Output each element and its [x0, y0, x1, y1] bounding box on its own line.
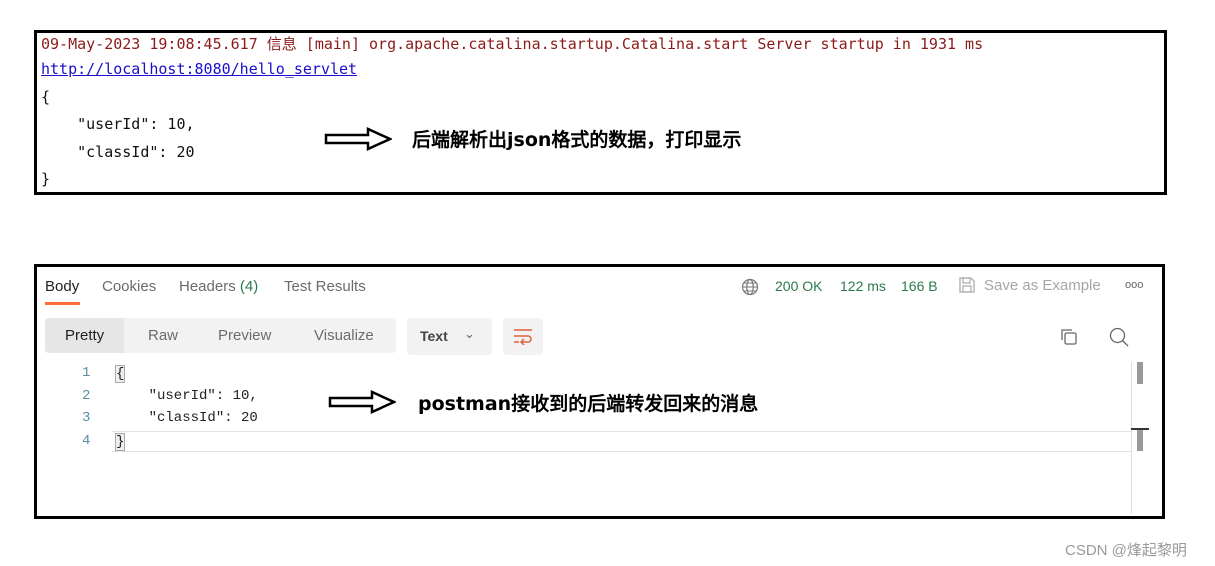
search-icon[interactable]	[1109, 327, 1129, 347]
console-json-line: {	[41, 88, 51, 106]
console-json-line: }	[41, 170, 51, 188]
code-line[interactable]: }	[115, 433, 126, 451]
code-line[interactable]: "classId": 20	[115, 410, 258, 426]
line-number: 2	[82, 388, 91, 404]
console-annotation: 后端解析出json格式的数据，打印显示	[412, 129, 742, 151]
copy-icon[interactable]	[1060, 328, 1078, 346]
format-select-value: Text	[420, 328, 448, 344]
line-number: 3	[82, 410, 91, 426]
wrap-lines-button[interactable]	[503, 318, 543, 355]
more-options-button[interactable]: ooo	[1125, 279, 1143, 291]
tab-body[interactable]: Body	[45, 278, 79, 295]
watermark: CSDN @烽起黎明	[1065, 542, 1187, 559]
wrap-lines-icon	[514, 329, 532, 345]
tab-headers-label: Headers	[179, 278, 236, 295]
globe-icon[interactable]	[741, 278, 759, 296]
postman-annotation: postman接收到的后端转发回来的消息	[418, 393, 759, 415]
save-as-example-button[interactable]: Save as Example	[984, 277, 1101, 294]
response-time[interactable]: 122 ms	[840, 278, 886, 294]
tab-headers[interactable]: Headers (4)	[179, 278, 258, 295]
format-select[interactable]: Text ⌄	[407, 318, 492, 355]
line-number: 1	[82, 365, 91, 381]
code-line[interactable]: "userId": 10,	[115, 388, 258, 404]
status-code[interactable]: 200 OK	[775, 278, 822, 294]
console-json-line: "classId": 20	[41, 143, 195, 161]
view-mode-selector: Pretty Raw Preview Visualize	[45, 318, 396, 353]
save-icon	[959, 277, 975, 293]
server-log-line: 09-May-2023 19:08:45.617 信息 [main] org.a…	[41, 35, 984, 53]
scrollbar-track[interactable]	[1131, 362, 1132, 514]
view-visualize[interactable]: Visualize	[294, 318, 394, 353]
scroll-marker	[1137, 430, 1143, 451]
headers-count: (4)	[239, 278, 259, 295]
view-pretty[interactable]: Pretty	[45, 318, 125, 353]
arrow-right-icon	[324, 127, 392, 151]
arrow-right-icon	[328, 390, 396, 414]
tab-test-results[interactable]: Test Results	[284, 278, 366, 295]
current-line-highlight	[112, 431, 1131, 452]
active-tab-indicator	[45, 302, 80, 305]
response-size[interactable]: 166 B	[901, 278, 938, 294]
tab-cookies[interactable]: Cookies	[102, 278, 156, 295]
scrollbar-thumb[interactable]	[1137, 362, 1143, 384]
chevron-down-icon: ⌄	[464, 326, 475, 341]
view-raw[interactable]: Raw	[128, 318, 198, 353]
line-number: 4	[82, 433, 91, 449]
console-json-line: "userId": 10,	[41, 115, 195, 133]
code-line[interactable]: {	[115, 365, 126, 383]
servlet-url-link[interactable]: http://localhost:8080/hello_servlet	[41, 60, 357, 78]
console-output-panel	[34, 30, 1167, 195]
view-preview[interactable]: Preview	[198, 318, 291, 353]
